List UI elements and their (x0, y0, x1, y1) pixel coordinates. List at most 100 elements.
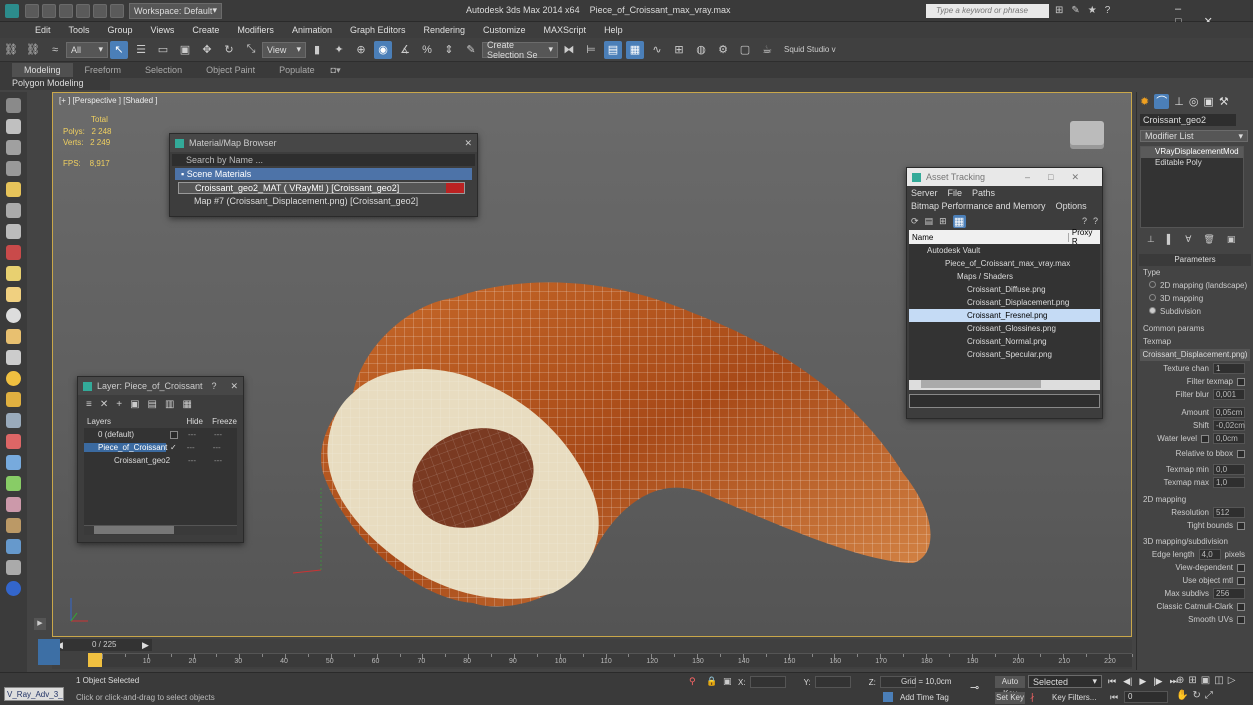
scale-icon[interactable]: ⤡ (242, 41, 260, 59)
asset-path-field[interactable] (909, 394, 1100, 408)
scene-materials-group[interactable]: ▪ Scene Materials (175, 168, 472, 180)
hide-all-icon[interactable]: ▥ (165, 399, 174, 410)
select-layer-icon[interactable]: ▣ (130, 399, 139, 410)
tool-icon-23[interactable] (6, 560, 21, 575)
tool-icon-11[interactable] (6, 308, 21, 323)
set-key-icon[interactable]: ∤ (1030, 692, 1035, 703)
asset-row[interactable]: Croissant_Displacement.png (909, 296, 1100, 309)
use-object-mtl-checkbox[interactable] (1237, 576, 1245, 585)
resolution-spinner[interactable]: 512 (1213, 507, 1245, 518)
infocenter-icons[interactable]: ⊞✎★? (1055, 5, 1118, 16)
menu-file[interactable]: File (948, 188, 963, 198)
create-layer-icon[interactable]: ≡ (86, 399, 92, 410)
selection-filter-dropdown[interactable]: All ▾ (66, 41, 108, 58)
make-unique-icon[interactable]: ∀ (1185, 234, 1191, 245)
tool-icon-20[interactable] (6, 497, 21, 512)
curve-editor-icon[interactable]: ∿ (648, 41, 666, 59)
rect-selection-icon[interactable]: ▭ (154, 41, 172, 59)
undo-icon[interactable] (76, 3, 90, 18)
link-icon[interactable]: ⛓ (2, 41, 20, 59)
tool-icon-2[interactable] (6, 119, 21, 134)
save-file-icon[interactable] (59, 3, 73, 18)
rotate-icon[interactable]: ↻ (220, 41, 238, 59)
keyboard-shortcut-icon[interactable]: ⊕ (352, 41, 370, 59)
zoom-all-icon[interactable]: ⊞ (1188, 675, 1196, 686)
pan-icon[interactable]: ✋ (1176, 690, 1188, 701)
tool-icon-16[interactable] (6, 413, 21, 428)
delete-layer-icon[interactable]: ✕ (100, 399, 108, 410)
modify-tab-icon[interactable]: ⌒ (1154, 93, 1170, 109)
align-icon[interactable]: ⊨ (582, 41, 600, 59)
tool-icon-18[interactable] (6, 455, 21, 470)
tool-icon-24[interactable] (6, 581, 21, 596)
render-production-icon[interactable]: ☕ (758, 41, 776, 59)
key-filters-button[interactable]: Key Filters... (1052, 693, 1096, 702)
tool-icon-7[interactable] (6, 224, 21, 239)
filter-blur-spinner[interactable]: 0,001 (1213, 389, 1245, 400)
type-3d-radio[interactable]: 3D mapping (1137, 292, 1253, 305)
tab-freeform[interactable]: Freeform (73, 63, 134, 77)
rendered-frame-icon[interactable]: ▢ (736, 41, 754, 59)
utilities-tab-icon[interactable]: ⚒ (1219, 95, 1229, 108)
ref-coord-dropdown[interactable]: View ▾ (262, 41, 306, 58)
track-bar[interactable]: 10 20 30 40 50 60 70 80 90 100 110 120 130 140 150 160 1… (102, 653, 1133, 667)
ribbon-panel-label[interactable]: Polygon Modeling (0, 78, 110, 90)
x-field[interactable] (749, 676, 786, 688)
play-icon[interactable]: ▶ (1139, 676, 1146, 687)
texmap-button[interactable]: Croissant_Displacement.png) (1140, 349, 1250, 361)
layer-manager-icon[interactable]: ▤ (604, 40, 622, 59)
layer-row[interactable]: Piece_of_Croissant ✓ --- --- (84, 441, 237, 454)
menu-paths[interactable]: Paths (972, 188, 995, 198)
tool-icon-9[interactable] (6, 266, 21, 281)
layer-row[interactable]: Croissant_geo2 --- --- (84, 454, 237, 467)
menu-rendering[interactable]: Rendering (424, 25, 466, 35)
material-item-2[interactable]: Map #7 (Croissant_Displacement.png) [Cro… (178, 195, 465, 207)
expand-arrow-icon[interactable]: ▶ (34, 618, 46, 630)
open-file-icon[interactable] (42, 3, 56, 18)
menu-create[interactable]: Create (192, 25, 219, 35)
close-icon[interactable]: ✕ (230, 381, 238, 392)
type-subdivision-radio[interactable]: Subdivision (1137, 305, 1253, 318)
time-marker[interactable] (88, 653, 102, 667)
tool-icon-3[interactable] (6, 140, 21, 155)
help-icon[interactable]: ? (1082, 216, 1087, 226)
close-icon[interactable]: ✕ (464, 138, 472, 149)
named-selection-dropdown[interactable]: Create Selection Se ▾ (482, 40, 558, 60)
highlight-layer-icon[interactable]: ▤ (148, 399, 157, 410)
menu-help[interactable]: Help (604, 25, 623, 35)
asset-row[interactable]: Croissant_Normal.png (909, 335, 1100, 348)
tool-icon-15[interactable] (6, 392, 21, 407)
tool-icon-12[interactable] (6, 329, 21, 344)
absolute-mode-icon[interactable]: ▣ (723, 676, 732, 687)
tool-icon-13[interactable] (6, 350, 21, 365)
tree-icon[interactable]: ⊞ (939, 216, 947, 227)
horizontal-scrollbar[interactable] (909, 380, 1100, 390)
select-object-icon[interactable]: ↖ (110, 40, 128, 59)
time-slider[interactable]: ◀ 0 / 225 ▶ (52, 639, 152, 651)
tab-selection[interactable]: Selection (133, 63, 194, 77)
pin-stack-icon[interactable]: ⊥ (1147, 234, 1155, 245)
configure-sets-icon[interactable]: ▣ (1227, 234, 1236, 245)
prev-key-icon[interactable]: ◀| (1123, 676, 1132, 687)
selected-dropdown[interactable]: Selected ▾ (1028, 675, 1102, 688)
layer-row[interactable]: 0 (default) --- --- (84, 428, 237, 441)
zoom-extents-icon[interactable]: ▣ (1201, 675, 1210, 686)
tool-icon-4[interactable] (6, 161, 21, 176)
snap-toggle-icon[interactable]: ◉ (374, 40, 392, 59)
zoom-extents-all-icon[interactable]: ◫ (1214, 675, 1223, 686)
y-field[interactable] (814, 676, 851, 688)
percent-snap-icon[interactable]: % (418, 41, 436, 59)
render-setup-icon[interactable]: ⚙ (714, 41, 732, 59)
unlink-icon[interactable]: ⛓ (24, 41, 42, 59)
fov-icon[interactable]: ▷ (1228, 675, 1236, 686)
next-key-icon[interactable]: |▶ (1153, 676, 1162, 687)
add-to-layer-icon[interactable]: + (116, 399, 122, 410)
material-search-input[interactable]: Search by Name ... (172, 154, 475, 166)
table-view-icon[interactable]: ▦ (952, 214, 966, 228)
current-frame-field[interactable]: 0 (1124, 691, 1168, 703)
menu-server[interactable]: Server (911, 188, 938, 198)
bind-spacewarp-icon[interactable]: ≈ (46, 41, 64, 59)
isolate-selection-icon[interactable]: ⚲ (689, 676, 696, 687)
tool-icon-21[interactable] (6, 518, 21, 533)
horizontal-scrollbar[interactable] (84, 525, 237, 535)
